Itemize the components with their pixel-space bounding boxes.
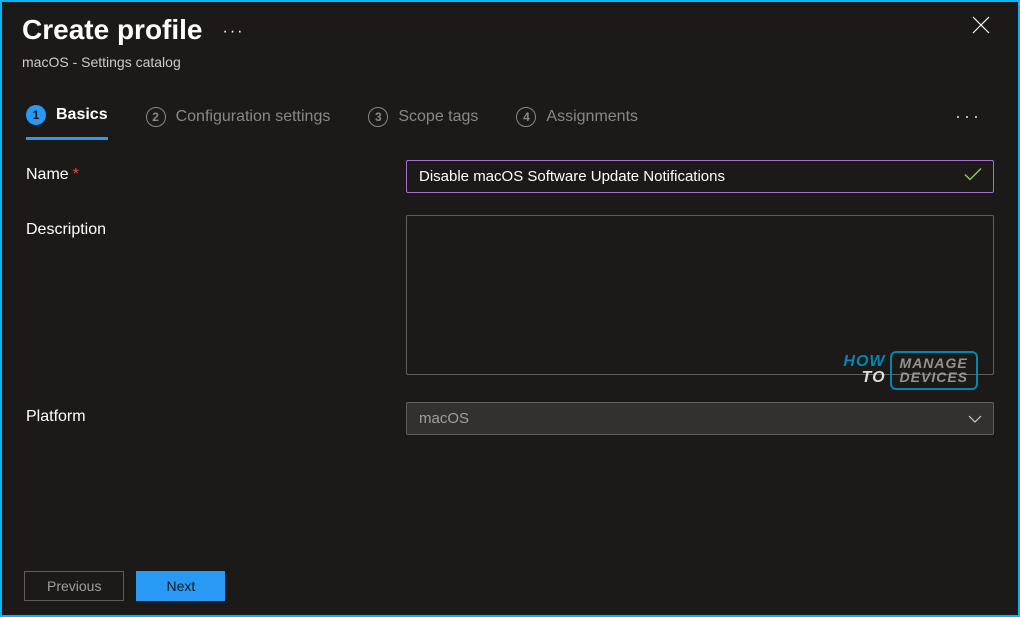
tab-basics[interactable]: 1 Basics (26, 105, 108, 140)
tab-configuration-settings[interactable]: 2 Configuration settings (146, 107, 331, 139)
tab-badge: 2 (146, 107, 166, 127)
tab-label: Basics (56, 106, 108, 124)
watermark-devices: DEVICES (900, 370, 968, 385)
platform-select: macOS (406, 402, 994, 435)
description-label: Description (26, 215, 406, 239)
page-subtitle: macOS - Settings catalog (2, 54, 1018, 85)
name-label: Name* (26, 160, 406, 184)
required-asterisk: * (73, 166, 79, 183)
watermark-manage: MANAGE (900, 356, 968, 371)
tabs-more-icon[interactable]: ··· (955, 106, 994, 139)
watermark: HOW TO MANAGE DEVICES (843, 351, 978, 390)
page-title: Create profile (22, 14, 203, 46)
tab-badge: 3 (368, 107, 388, 127)
previous-button[interactable]: Previous (24, 571, 124, 601)
wizard-tabs: 1 Basics 2 Configuration settings 3 Scop… (2, 85, 1018, 140)
tab-label: Assignments (546, 108, 638, 126)
platform-label: Platform (26, 402, 406, 426)
title-more-icon[interactable]: ··· (223, 23, 245, 41)
check-icon (964, 167, 982, 186)
tab-label: Scope tags (398, 108, 478, 126)
tab-label: Configuration settings (176, 108, 331, 126)
tab-badge: 4 (516, 107, 536, 127)
watermark-how: HOW (843, 354, 885, 370)
next-button[interactable]: Next (136, 571, 225, 601)
tab-badge: 1 (26, 105, 46, 125)
name-input[interactable] (406, 160, 994, 193)
watermark-to: TO (843, 370, 885, 386)
tab-scope-tags[interactable]: 3 Scope tags (368, 107, 478, 139)
close-icon[interactable] (964, 14, 998, 40)
tab-assignments[interactable]: 4 Assignments (516, 107, 638, 139)
